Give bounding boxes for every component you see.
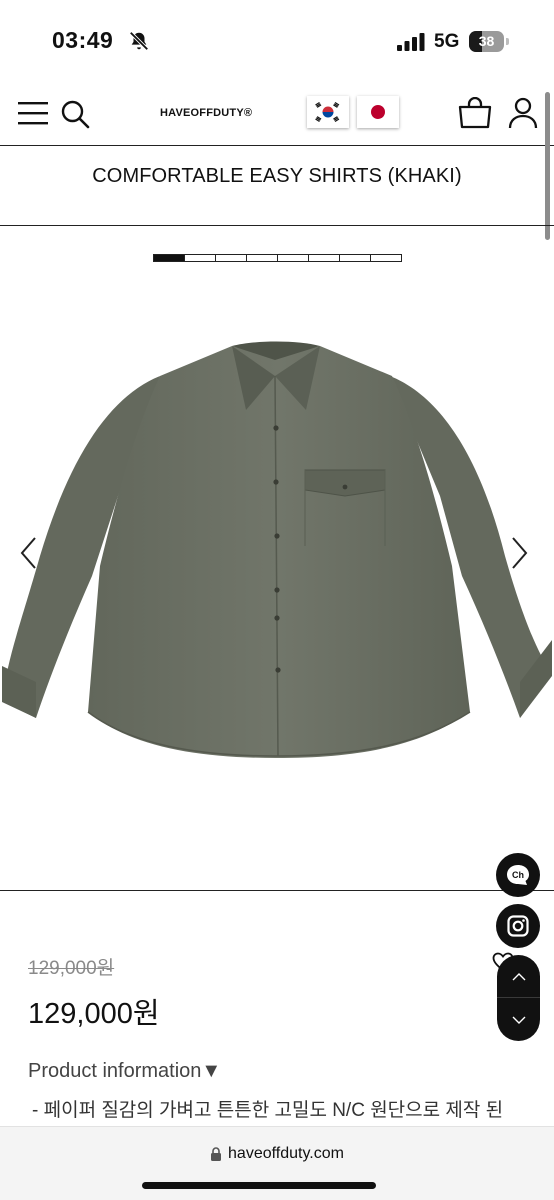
slider-dot[interactable] [154, 255, 185, 261]
instagram-icon [507, 915, 529, 937]
site-header: HAVEOFFDUTY® [0, 80, 554, 146]
product-title: COMFORTABLE EASY SHIRTS (KHAKI) [92, 165, 462, 187]
status-bar: 03:49 5G 38 [0, 0, 554, 80]
url-text[interactable]: haveoffduty.com [228, 1145, 344, 1163]
user-icon[interactable] [508, 97, 538, 129]
signal-icon [397, 33, 425, 51]
scroll-control [497, 955, 540, 1041]
battery-icon: 38 [469, 31, 509, 52]
section-divider [0, 890, 554, 891]
shopping-bag-icon[interactable] [458, 97, 492, 129]
slider-dot[interactable] [309, 255, 340, 261]
title-bar: COMFORTABLE EASY SHIRTS (KHAKI) [0, 146, 554, 226]
network-type: 5G [434, 31, 460, 52]
scroll-bottom-button[interactable] [497, 998, 540, 1041]
channel-label: Ch [512, 870, 524, 880]
sale-price: 129,000원 [28, 998, 160, 1030]
japan-flag-icon[interactable] [357, 96, 399, 128]
slider-dot[interactable] [185, 255, 216, 261]
original-price: 129,000원 [28, 958, 115, 979]
slider-dot[interactable] [340, 255, 371, 261]
browser-address-bar[interactable]: haveoffduty.com [0, 1126, 554, 1200]
chevron-right-icon[interactable] [508, 535, 530, 571]
chevron-down-icon [512, 1016, 525, 1024]
chevron-up-icon [512, 972, 525, 980]
slider-dot[interactable] [247, 255, 278, 261]
product-image [2, 341, 552, 758]
slider-dot[interactable] [278, 255, 309, 261]
search-icon[interactable] [60, 99, 90, 129]
lock-icon [211, 1147, 222, 1161]
product-info-toggle[interactable]: Product information▼ [28, 1060, 221, 1083]
status-time: 03:49 [52, 27, 114, 53]
menu-icon[interactable] [18, 100, 48, 126]
channel-talk-button[interactable]: Ch [496, 853, 540, 897]
site-logo[interactable]: HAVEOFFDUTY® [160, 107, 252, 119]
slider-indicators [153, 254, 402, 262]
scroll-top-button[interactable] [497, 955, 540, 998]
slider-dot[interactable] [371, 255, 401, 261]
channel-talk-icon: Ch [507, 865, 529, 885]
product-info-text: - 페이퍼 질감의 가벼고 튼튼한 고밀도 N/C 원단으로 제작 된 [32, 1100, 504, 1121]
bell-off-icon [129, 31, 149, 51]
korea-flag-icon[interactable] [307, 96, 349, 128]
battery-level: 38 [478, 33, 495, 49]
home-indicator[interactable] [142, 1182, 376, 1189]
chevron-left-icon[interactable] [18, 535, 40, 571]
slider-dot[interactable] [216, 255, 247, 261]
instagram-button[interactable] [496, 904, 540, 948]
